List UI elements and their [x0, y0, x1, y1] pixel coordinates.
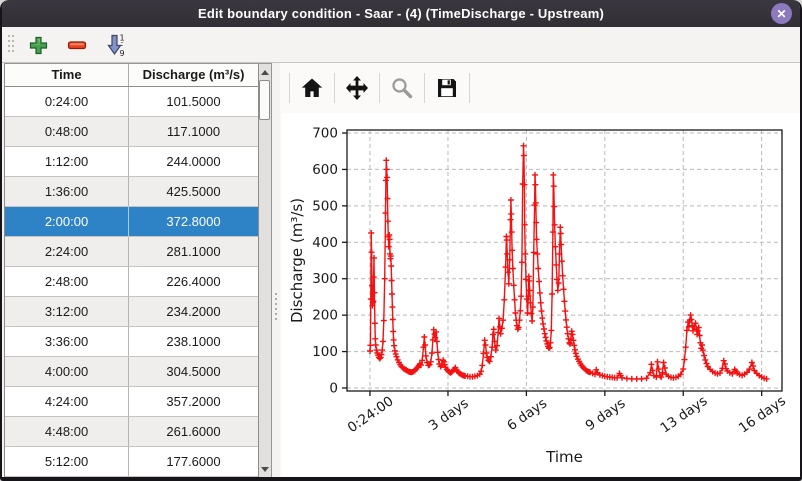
y-axis-title: Discharge (m³/s): [288, 198, 306, 323]
scroll-up-button[interactable]: [259, 65, 270, 79]
time-cell[interactable]: 1:12:00: [5, 147, 129, 176]
x-tick-label: 3 days: [426, 395, 472, 434]
y-tick-label: 400: [312, 235, 338, 251]
table-row[interactable]: 3:36:00238.1000: [5, 327, 258, 357]
discharge-cell[interactable]: 357.2000: [129, 387, 258, 416]
discharge-cell[interactable]: 281.1000: [129, 237, 258, 266]
y-tick-label: 200: [312, 308, 338, 324]
sort-ascending-icon: 1 9: [104, 33, 128, 57]
chart-toolbar: [282, 63, 477, 112]
time-cell[interactable]: 0:24:00: [5, 87, 129, 116]
discharge-cell[interactable]: 425.5000: [129, 177, 258, 206]
titlebar[interactable]: Edit boundary condition - Saar - (4) (Ti…: [2, 0, 800, 27]
time-cell[interactable]: 3:12:00: [5, 297, 129, 326]
x-tick-label: 13 days: [658, 393, 711, 437]
toolbar-drag-handle-icon[interactable]: [8, 35, 15, 55]
table-row[interactable]: 4:00:00304.5000: [5, 357, 258, 387]
y-tick-label: 500: [312, 198, 338, 214]
save-floppy-icon: [435, 76, 459, 100]
discharge-cell[interactable]: 101.5000: [129, 87, 258, 116]
time-cell[interactable]: 0:48:00: [5, 117, 129, 146]
table-row[interactable]: 0:24:00101.5000: [5, 87, 258, 117]
table-row[interactable]: 2:48:00226.4000: [5, 267, 258, 297]
table-row[interactable]: 5:12:00177.6000: [5, 447, 258, 477]
time-cell[interactable]: 2:00:00: [5, 207, 129, 236]
discharge-plus-markers: [367, 143, 770, 382]
x-axis-title: Time: [545, 448, 583, 466]
table-row[interactable]: 2:24:00281.1000: [5, 237, 258, 267]
svg-text:9: 9: [119, 49, 124, 57]
discharge-cell[interactable]: 238.1000: [129, 327, 258, 356]
scrollbar-thumb[interactable]: [259, 80, 270, 120]
close-icon: ✕: [776, 7, 786, 21]
time-cell[interactable]: 4:00:00: [5, 357, 129, 386]
column-header-time[interactable]: Time: [5, 64, 129, 86]
minus-icon: [67, 35, 87, 55]
table-body: 0:24:00101.50000:48:00117.10001:12:00244…: [5, 87, 258, 477]
edit-boundary-condition-window: Edit boundary condition - Saar - (4) (Ti…: [0, 0, 802, 481]
svg-text:1: 1: [119, 34, 124, 43]
triangle-up-icon: [261, 70, 269, 75]
discharge-cell[interactable]: 226.4000: [129, 267, 258, 296]
time-cell[interactable]: 4:48:00: [5, 417, 129, 446]
chart-canvas[interactable]: 0 100 200 300 400 500 600 700 0:24:00 3 days 6 day…: [282, 113, 802, 480]
add-row-button[interactable]: [25, 32, 51, 58]
home-icon: [300, 76, 324, 100]
window-title: Edit boundary condition - Saar - (4) (Ti…: [198, 6, 604, 21]
y-tick-label: 0: [329, 381, 338, 397]
x-tick-label: 6 days: [504, 395, 550, 434]
table-row[interactable]: 1:12:00244.0000: [5, 147, 258, 177]
chart-home-button[interactable]: [297, 71, 327, 105]
triangle-down-icon: [261, 467, 269, 472]
time-discharge-table: Time Discharge (m³/s) 0:24:00101.50000:4…: [4, 63, 259, 478]
table-scrollbar[interactable]: [259, 63, 272, 478]
panel-splitter-handle[interactable]: [272, 63, 280, 478]
discharge-cell[interactable]: 261.6000: [129, 417, 258, 446]
x-tick-label: 0:24:00: [345, 393, 397, 436]
time-cell[interactable]: 2:48:00: [5, 267, 129, 296]
chart-zoom-button[interactable]: [387, 71, 417, 105]
time-cell[interactable]: 3:36:00: [5, 327, 129, 356]
time-cell[interactable]: 5:12:00: [5, 447, 129, 476]
remove-row-button[interactable]: [64, 32, 90, 58]
close-button[interactable]: ✕: [771, 3, 792, 24]
discharge-cell[interactable]: 304.5000: [129, 357, 258, 386]
discharge-cell[interactable]: 117.1000: [129, 117, 258, 146]
table-row[interactable]: 4:24:00357.2000: [5, 387, 258, 417]
discharge-cell[interactable]: 372.8000: [129, 207, 258, 236]
time-cell[interactable]: 4:24:00: [5, 387, 129, 416]
y-tick-label: 700: [312, 126, 338, 142]
table-header-row: Time Discharge (m³/s): [5, 64, 258, 87]
discharge-time-chart: 0 100 200 300 400 500 600 700 0:24:00 3 days 6 day…: [282, 113, 802, 480]
discharge-cell[interactable]: 177.6000: [129, 447, 258, 476]
table-row[interactable]: 3:12:00234.2000: [5, 297, 258, 327]
table-row[interactable]: 1:36:00425.5000: [5, 177, 258, 207]
table-row[interactable]: 0:48:00117.1000: [5, 117, 258, 147]
table-toolbar: 1 9: [4, 29, 142, 61]
y-tick-label: 600: [312, 162, 338, 178]
chart-panel: 0 100 200 300 400 500 600 700 0:24:00 3 days 6 day…: [280, 62, 800, 477]
table-row[interactable]: 4:48:00261.6000: [5, 417, 258, 447]
plus-icon: [29, 36, 48, 55]
pan-arrows-icon: [344, 75, 370, 101]
table-row[interactable]: 2:00:00372.8000: [5, 207, 258, 237]
y-tick-label: 300: [312, 271, 338, 287]
chart-pan-button[interactable]: [342, 71, 372, 105]
discharge-cell[interactable]: 244.0000: [129, 147, 258, 176]
x-tick-label: 9 days: [583, 395, 629, 434]
magnifier-icon: [390, 76, 414, 100]
time-cell[interactable]: 2:24:00: [5, 237, 129, 266]
column-header-discharge[interactable]: Discharge (m³/s): [129, 64, 258, 86]
scroll-down-button[interactable]: [259, 462, 270, 476]
x-tick-label: 16 days: [736, 393, 789, 437]
y-tick-label: 100: [312, 344, 338, 360]
sort-rows-button[interactable]: 1 9: [103, 32, 129, 58]
chart-save-button[interactable]: [432, 71, 462, 105]
discharge-cell[interactable]: 234.2000: [129, 297, 258, 326]
time-cell[interactable]: 1:36:00: [5, 177, 129, 206]
